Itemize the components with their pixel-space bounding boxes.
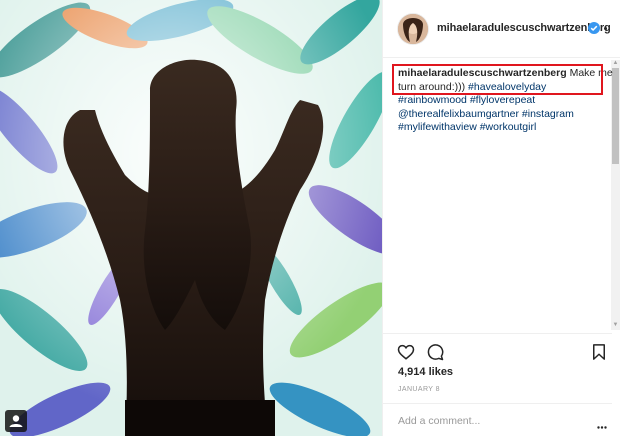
- heart-outline-icon[interactable]: [397, 343, 415, 361]
- comment-input[interactable]: [398, 413, 578, 429]
- likes-count[interactable]: 4,914 likes: [398, 366, 453, 378]
- avatar[interactable]: [398, 14, 428, 44]
- more-options-icon[interactable]: [597, 416, 607, 429]
- post-date[interactable]: JANUARY 8: [398, 386, 440, 393]
- separator-dot: [604, 27, 607, 30]
- scrollbar-thumb[interactable]: [612, 68, 619, 164]
- highlight-box: [392, 64, 603, 95]
- header-username[interactable]: mihaelaradulescuschwartzenberg: [437, 22, 611, 34]
- comment-section: [383, 403, 612, 436]
- post-actions: [383, 333, 612, 363]
- hashtag-link[interactable]: #mylifewithaview: [398, 121, 477, 133]
- verified-badge-icon: [588, 22, 600, 34]
- scroll-up-arrow-icon[interactable]: ▲: [612, 60, 619, 67]
- hashtag-link[interactable]: #flyloverepeat: [470, 94, 535, 106]
- hashtag-link[interactable]: #rainbowmood: [398, 94, 467, 106]
- user-tag-icon[interactable]: [5, 410, 27, 432]
- speech-bubble-icon[interactable]: [426, 343, 444, 361]
- hashtag-link[interactable]: #workoutgirl: [480, 121, 537, 133]
- post-photo[interactable]: [0, 0, 382, 436]
- scroll-down-arrow-icon[interactable]: ▼: [612, 322, 619, 329]
- bookmark-icon[interactable]: [590, 343, 608, 361]
- post-header: mihaelaradulescuschwartzenberg: [383, 0, 620, 58]
- hashtag-link[interactable]: #instagram: [522, 108, 574, 120]
- photo-image: [0, 0, 382, 436]
- post-side-panel: mihaelaradulescuschwartzenberg ▲ ▼ mihae…: [382, 0, 620, 436]
- mention-link[interactable]: @therealfelixbaumgartner: [398, 108, 519, 120]
